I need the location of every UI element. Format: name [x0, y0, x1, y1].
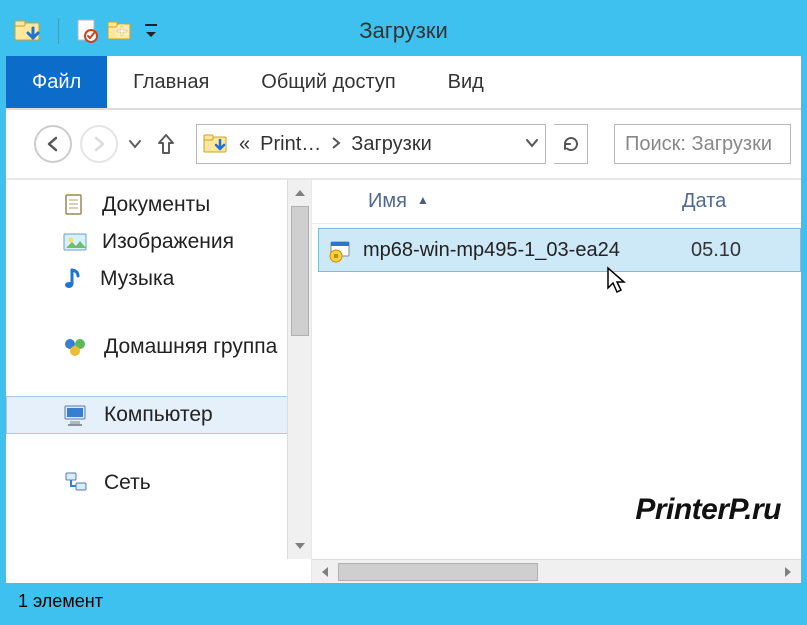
address-bar[interactable]: « Print… Загрузки [196, 124, 546, 164]
explorer-window: Загрузки Файл Главная Общий доступ Вид «… [0, 0, 807, 625]
homegroup-icon [62, 334, 90, 360]
crumb-ellipsis[interactable]: « [239, 133, 250, 156]
status-bar: 1 элемент [6, 583, 801, 619]
title-bar: Загрузки [6, 6, 801, 56]
quick-access-toolbar [6, 18, 159, 44]
computer-icon [62, 403, 90, 427]
sidebar-item-pictures[interactable]: Изображения [6, 224, 311, 260]
search-input[interactable]: Поиск: Загрузки [614, 124, 791, 164]
sidebar-item-documents[interactable]: Документы [6, 186, 311, 224]
location-folder-icon [203, 132, 229, 156]
sidebar-item-label: Домашняя группа [104, 335, 277, 359]
sidebar-item-label: Компьютер [104, 403, 213, 427]
forward-button[interactable] [80, 125, 118, 163]
navigation-pane: Документы Изображения Музыка [6, 180, 312, 583]
sidebar-item-network[interactable]: Сеть [6, 464, 311, 502]
qat-dropdown-icon[interactable] [143, 20, 159, 42]
explorer-body: Документы Изображения Музыка [6, 180, 801, 583]
column-header-date[interactable]: Дата [682, 190, 801, 213]
sidebar-item-label: Изображения [102, 230, 234, 254]
sort-ascending-icon: ▲ [417, 193, 429, 207]
sidebar-item-music[interactable]: Музыка [6, 260, 311, 298]
scroll-up-icon[interactable] [288, 180, 311, 206]
file-list[interactable]: mp68-win-mp495-1_03-ea24 05.10 PrinterP.… [312, 224, 801, 559]
file-date: 05.10 [683, 239, 741, 262]
ribbon-tabs: Файл Главная Общий доступ Вид [6, 56, 801, 110]
column-headers: Имя ▲ Дата [312, 180, 801, 224]
navigation-bar: « Print… Загрузки Поиск: Загрузки [6, 110, 801, 180]
recent-locations-dropdown[interactable] [126, 125, 144, 163]
separator [58, 18, 59, 44]
scroll-left-icon[interactable] [312, 560, 338, 583]
sidebar-item-computer[interactable]: Компьютер [6, 396, 311, 434]
breadcrumb-2[interactable]: Загрузки [351, 133, 432, 156]
file-name: mp68-win-mp495-1_03-ea24 [363, 239, 683, 262]
watermark-text: PrinterP.ru [635, 493, 781, 527]
network-icon [62, 470, 90, 496]
breadcrumb-1[interactable]: Print… [260, 133, 321, 156]
back-button[interactable] [34, 125, 72, 163]
scroll-right-icon[interactable] [775, 560, 801, 583]
scrollbar-thumb[interactable] [338, 563, 538, 581]
refresh-button[interactable] [554, 124, 588, 164]
content-pane: Имя ▲ Дата mp68-win-mp495-1_03-ea24 05.1… [312, 180, 801, 583]
tab-share[interactable]: Общий доступ [235, 56, 421, 108]
pictures-icon [62, 230, 88, 254]
scroll-down-icon[interactable] [288, 533, 311, 559]
status-item-count: 1 элемент [18, 591, 103, 612]
sidebar-item-label: Музыка [100, 267, 174, 291]
search-placeholder: Поиск: Загрузки [625, 133, 772, 156]
installer-icon [319, 236, 363, 264]
address-dropdown-icon[interactable] [525, 135, 539, 153]
tab-home[interactable]: Главная [107, 56, 235, 108]
column-header-name[interactable]: Имя ▲ [312, 190, 682, 213]
sidebar-item-label: Документы [102, 193, 210, 217]
sidebar-scrollbar[interactable] [287, 180, 311, 559]
chevron-right-icon[interactable] [331, 133, 341, 156]
tab-view[interactable]: Вид [422, 56, 510, 108]
new-folder-icon[interactable] [107, 18, 135, 44]
sidebar-item-label: Сеть [104, 471, 151, 495]
sidebar-item-homegroup[interactable]: Домашняя группа [6, 328, 311, 366]
properties-icon[interactable] [75, 18, 99, 44]
content-horizontal-scrollbar[interactable] [312, 559, 801, 583]
app-folder-icon [14, 18, 42, 44]
file-row[interactable]: mp68-win-mp495-1_03-ea24 05.10 [318, 228, 801, 272]
documents-icon [62, 192, 88, 218]
music-icon [62, 266, 86, 292]
tab-file[interactable]: Файл [6, 56, 107, 108]
up-button[interactable] [152, 125, 180, 163]
scrollbar-thumb[interactable] [291, 206, 309, 336]
